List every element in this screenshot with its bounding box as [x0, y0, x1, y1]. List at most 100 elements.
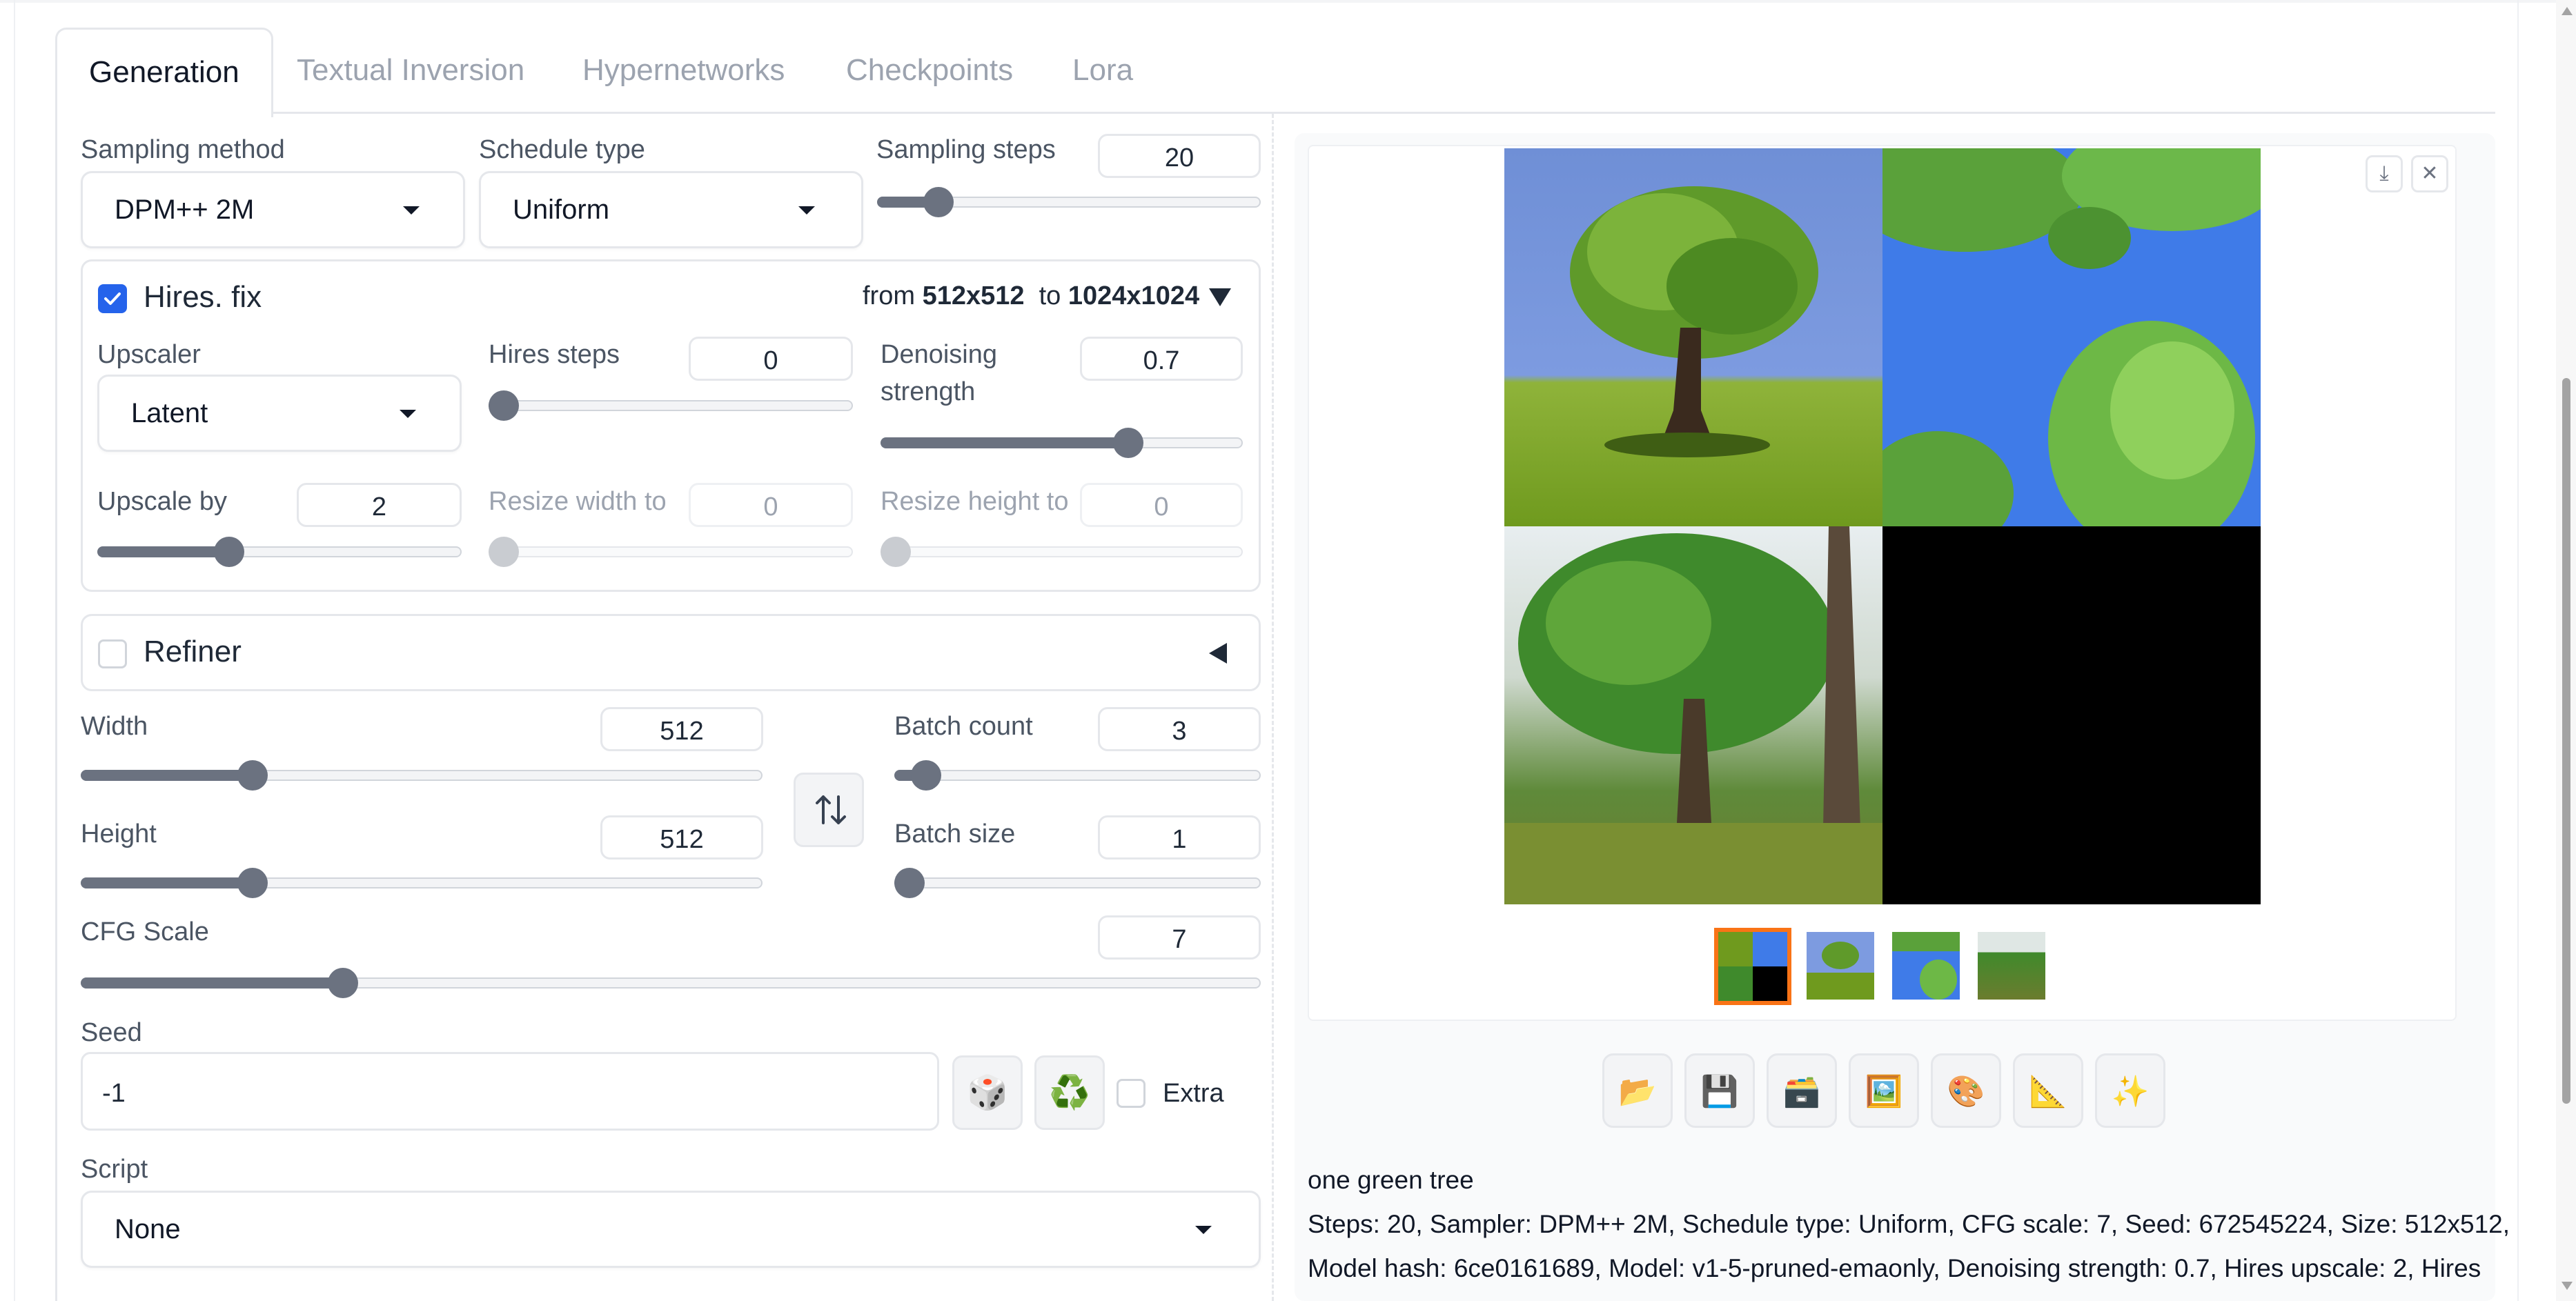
- collapse-triangle-icon[interactable]: [1209, 288, 1231, 306]
- send-to-img2img-button[interactable]: 🖼️: [1849, 1053, 1919, 1128]
- cfg-scale-input[interactable]: 7: [1098, 915, 1261, 960]
- batch-count-input[interactable]: 3: [1098, 707, 1261, 751]
- save-zip-button[interactable]: 🗃️: [1767, 1053, 1837, 1128]
- resize-height-slider[interactable]: [881, 537, 1243, 567]
- slider-knob[interactable]: [1112, 428, 1143, 458]
- resize-width-slider[interactable]: [489, 537, 853, 567]
- resize-height-label: Resize height to: [881, 487, 1069, 516]
- slider-knob[interactable]: [894, 868, 925, 898]
- tab-bar: Generation Textual Inversion Hypernetwor…: [55, 28, 2498, 117]
- reuse-seed-button[interactable]: ♻️: [1034, 1055, 1105, 1130]
- batch-size-slider[interactable]: [894, 868, 1261, 898]
- resize-width-label: Resize width to: [489, 487, 667, 516]
- folder-icon: 📂: [1618, 1075, 1657, 1109]
- scroll-up-arrow-icon[interactable]: [2562, 7, 2573, 15]
- archive-icon: 🗃️: [1782, 1075, 1821, 1109]
- hires-fix-checkbox[interactable]: [98, 284, 127, 313]
- script-value: None: [115, 1214, 181, 1244]
- dice-icon: 🎲: [967, 1075, 1008, 1111]
- slider-knob[interactable]: [881, 537, 911, 567]
- cfg-scale-slider[interactable]: [81, 968, 1261, 998]
- chevron-down-icon: [403, 206, 420, 215]
- refiner-title[interactable]: Refiner: [144, 635, 242, 669]
- thumbnail-3[interactable]: [1978, 932, 2045, 1000]
- upscaler-dropdown[interactable]: Latent: [97, 375, 462, 452]
- summary-from-size: 512x512: [922, 281, 1025, 310]
- width-input[interactable]: 512: [600, 707, 763, 751]
- denoising-label-line2: strength: [881, 377, 976, 406]
- slider-knob[interactable]: [328, 968, 359, 998]
- schedule-type-dropdown[interactable]: Uniform: [479, 171, 863, 248]
- upscaler-label: Upscaler: [97, 340, 201, 369]
- output-params-line1: Steps: 20, Sampler: DPM++ 2M, Schedule t…: [1308, 1210, 2510, 1238]
- container-left-edge: [14, 0, 15, 1301]
- batch-count-label: Batch count: [894, 712, 1033, 741]
- scroll-down-arrow-icon[interactable]: [2562, 1282, 2573, 1290]
- slider-knob[interactable]: [489, 537, 519, 567]
- random-seed-button[interactable]: 🎲: [952, 1055, 1023, 1130]
- slider-knob[interactable]: [237, 760, 268, 791]
- height-input[interactable]: 512: [600, 815, 763, 860]
- download-icon: ⤓: [2379, 162, 2389, 185]
- resize-width-input[interactable]: 0: [689, 483, 853, 527]
- seed-input[interactable]: -1: [81, 1052, 939, 1131]
- batch-size-input[interactable]: 1: [1098, 815, 1261, 860]
- expand-triangle-icon[interactable]: [1209, 643, 1227, 664]
- close-icon: ✕: [2421, 162, 2439, 185]
- hires-fix-title[interactable]: Hires. fix: [144, 280, 262, 315]
- hires-steps-input[interactable]: 0: [689, 337, 853, 381]
- tab-hypernetworks[interactable]: Hypernetworks: [582, 28, 785, 113]
- height-slider[interactable]: [81, 868, 763, 898]
- batch-size-label: Batch size: [894, 820, 1016, 848]
- send-to-extras-button[interactable]: 📐: [2013, 1053, 2083, 1128]
- upscaler-value: Latent: [131, 398, 208, 428]
- sampling-steps-slider[interactable]: [877, 187, 1261, 217]
- sampling-method-label: Sampling method: [81, 135, 285, 164]
- sampling-method-dropdown[interactable]: DPM++ 2M: [81, 171, 465, 248]
- extra-seed-checkbox[interactable]: [1117, 1079, 1146, 1108]
- extra-label[interactable]: Extra: [1163, 1079, 1224, 1109]
- refiner-checkbox[interactable]: [98, 639, 127, 668]
- upscale-button[interactable]: ✨: [2095, 1053, 2165, 1128]
- slider-knob[interactable]: [237, 868, 268, 898]
- script-label: Script: [81, 1155, 148, 1184]
- image-grid-preview[interactable]: [1504, 148, 2261, 904]
- tab-textual-inversion[interactable]: Textual Inversion: [297, 28, 524, 113]
- denoising-strength-slider[interactable]: [881, 428, 1243, 458]
- open-folder-button[interactable]: 📂: [1602, 1053, 1673, 1128]
- send-to-inpaint-button[interactable]: 🎨: [1931, 1053, 2001, 1128]
- thumbnail-2[interactable]: [1892, 932, 1960, 1000]
- chevron-down-icon: [1195, 1226, 1212, 1234]
- batch-count-slider[interactable]: [894, 760, 1261, 791]
- resize-height-input[interactable]: 0: [1080, 483, 1243, 527]
- refiner-panel[interactable]: [81, 614, 1261, 691]
- page-scrollbar[interactable]: [2556, 0, 2576, 1301]
- denoising-label-line1: Denoising: [881, 340, 997, 369]
- slider-knob[interactable]: [489, 390, 519, 421]
- hires-steps-slider[interactable]: [489, 390, 853, 421]
- width-slider[interactable]: [81, 760, 763, 791]
- scrollbar-thumb[interactable]: [2562, 378, 2570, 1104]
- sparkles-icon: ✨: [2111, 1075, 2150, 1109]
- slider-knob[interactable]: [923, 187, 954, 217]
- denoising-strength-input[interactable]: 0.7: [1080, 337, 1243, 381]
- thumbnail-grid[interactable]: [1714, 928, 1791, 1005]
- thumbnail-1[interactable]: [1807, 932, 1874, 1000]
- tab-lora[interactable]: Lora: [1072, 28, 1133, 113]
- seed-label: Seed: [81, 1018, 142, 1047]
- upscale-by-input[interactable]: 2: [297, 483, 462, 527]
- sampling-steps-input[interactable]: 20: [1098, 134, 1261, 178]
- tab-checkpoints[interactable]: Checkpoints: [846, 28, 1013, 113]
- upscale-by-slider[interactable]: [97, 537, 462, 567]
- swap-dimensions-button[interactable]: [794, 773, 864, 847]
- tab-generation[interactable]: Generation: [55, 28, 273, 117]
- save-button[interactable]: 💾: [1684, 1053, 1755, 1128]
- close-preview-button[interactable]: ✕: [2411, 155, 2448, 192]
- script-dropdown[interactable]: None: [81, 1191, 1261, 1268]
- sampling-steps-label: Sampling steps: [876, 135, 1056, 164]
- sampling-method-value: DPM++ 2M: [115, 195, 255, 225]
- chevron-down-icon: [400, 410, 416, 418]
- download-button[interactable]: ⤓: [2366, 155, 2403, 192]
- triangle-ruler-icon: 📐: [2029, 1075, 2067, 1109]
- output-params-line2: Model hash: 6ce0161689, Model: v1-5-prun…: [1308, 1254, 2481, 1282]
